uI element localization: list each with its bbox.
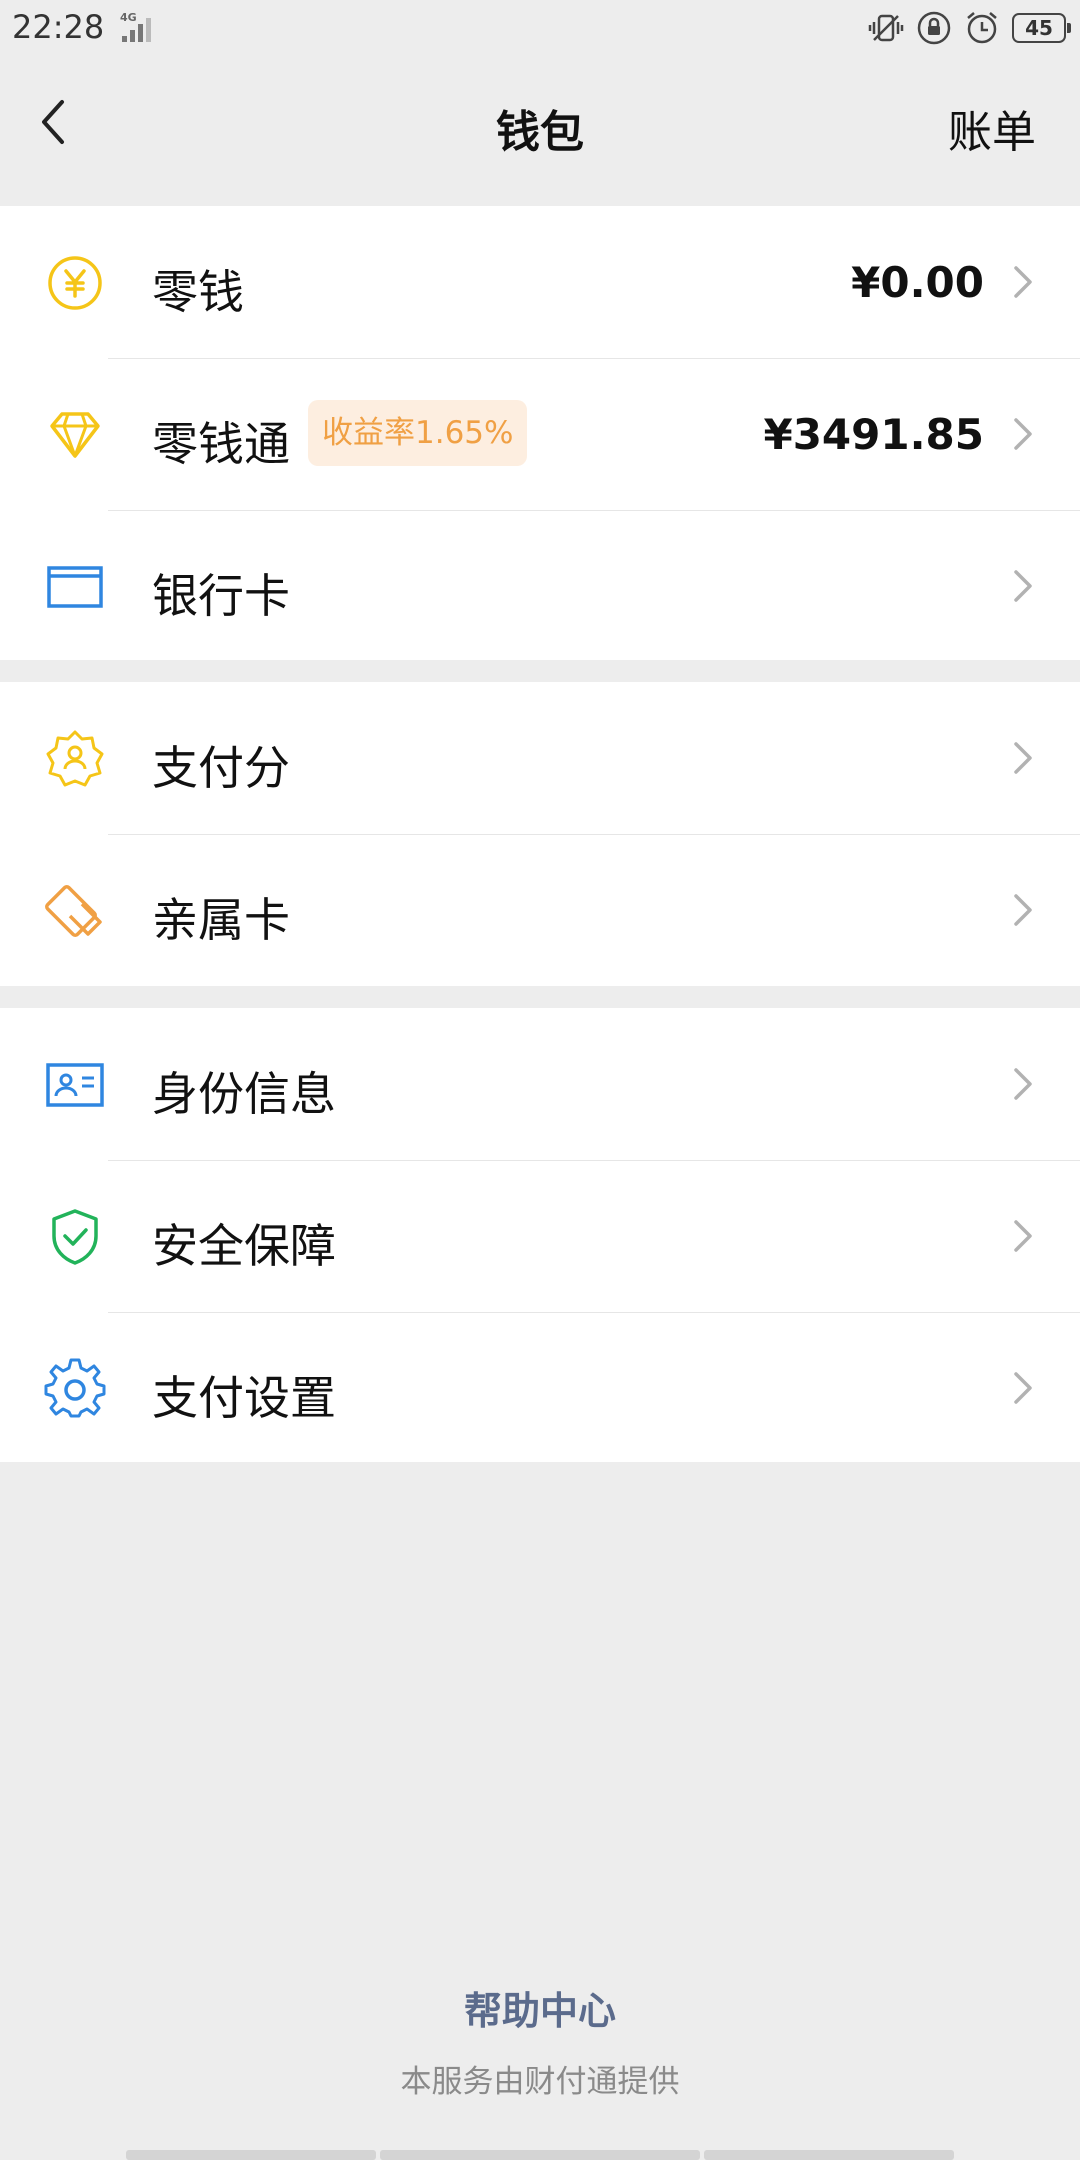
list-item-change-plus[interactable]: 零钱通 收益率1.65% ¥3491.85 (0, 358, 1080, 510)
bank-card-icon (47, 566, 103, 608)
nav-gesture-bar-left (126, 2150, 376, 2160)
diamond-icon (50, 412, 100, 458)
bill-button[interactable]: 账单 (948, 96, 1036, 160)
nav-gesture-bar-right (704, 2150, 954, 2160)
list-item-label: 亲属卡 (152, 893, 290, 947)
chevron-right-icon (1014, 1372, 1032, 1404)
signal-icon: 4G (120, 11, 151, 42)
list-item-change[interactable]: 零钱 ¥0.00 (0, 206, 1080, 358)
list-item-bank-card[interactable]: 银行卡 (0, 510, 1080, 662)
nav-bar: 钱包 账单 (0, 56, 1080, 206)
list-item-label: 支付分 (152, 741, 290, 795)
list-item-label: 身份信息 (152, 1067, 336, 1121)
list-item-identity[interactable]: 身份信息 (0, 1008, 1080, 1160)
shield-check-icon (52, 1209, 98, 1265)
change-plus-balance: ¥3491.85 (763, 410, 984, 459)
svg-text:4G: 4G (120, 11, 137, 24)
chevron-right-icon (1014, 570, 1032, 602)
list-item-security[interactable]: 安全保障 (0, 1160, 1080, 1312)
service-provider-note: 本服务由财付通提供 (400, 2064, 680, 2100)
chevron-right-icon (1014, 1068, 1032, 1100)
chevron-right-icon (1014, 742, 1032, 774)
list-item-family-card[interactable]: 亲属卡 (0, 834, 1080, 986)
chevron-right-icon (1014, 1220, 1032, 1252)
list-item-pay-settings[interactable]: 支付设置 (0, 1312, 1080, 1464)
credit-group: 支付分 亲属卡 (0, 682, 1080, 986)
help-center-link[interactable]: 帮助中心 (0, 1980, 1080, 2035)
list-item-label: 零钱 (152, 265, 244, 319)
chevron-right-icon (1014, 894, 1032, 926)
list-item-label: 银行卡 (152, 569, 290, 623)
settings-group: 身份信息 安全保障 支付设置 (0, 1008, 1080, 1462)
status-bar: 22:28 4G 45 (0, 0, 1080, 56)
change-balance: ¥0.00 (851, 258, 984, 307)
balance-group: 零钱 ¥0.00 零钱通 收益率1.65% ¥3491.85 银行卡 (0, 206, 1080, 660)
yield-rate-badge: 收益率1.65% (308, 400, 528, 466)
chevron-right-icon (1014, 418, 1032, 450)
alarm-icon (967, 12, 997, 44)
status-time: 22:28 (12, 8, 105, 46)
list-item-label: 安全保障 (152, 1219, 336, 1273)
rotation-lock-icon (917, 11, 951, 45)
battery-indicator: 45 (1012, 13, 1071, 43)
list-item-pay-score[interactable]: 支付分 (0, 682, 1080, 834)
yuan-coin-icon (48, 256, 102, 310)
pay-score-badge-icon (46, 730, 104, 787)
gear-icon (44, 1358, 106, 1418)
list-item-label: 支付设置 (152, 1371, 336, 1425)
chevron-right-icon (1014, 266, 1032, 298)
nav-gesture-bar-center (380, 2150, 700, 2160)
family-card-icon (45, 885, 102, 937)
battery-level: 45 (1025, 16, 1053, 40)
vibrate-icon (868, 14, 904, 42)
page-title: 钱包 (496, 107, 584, 158)
list-item-label: 零钱通 (152, 417, 290, 471)
id-card-icon (46, 1063, 104, 1107)
